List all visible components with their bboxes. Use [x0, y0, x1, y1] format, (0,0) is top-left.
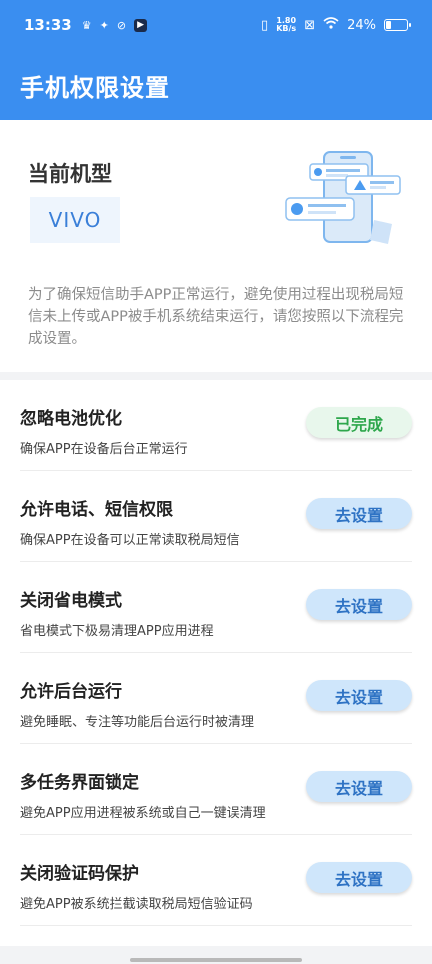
item-title: 允许后台运行 [20, 682, 122, 702]
app-bar: 手机权限设置 [0, 50, 432, 120]
go-setting-button[interactable]: 去设置 [306, 498, 412, 529]
go-setting-button[interactable]: 去设置 [306, 862, 412, 893]
item-title: 允许电话、短信权限 [20, 500, 173, 520]
battery-percent: 24% [347, 17, 376, 33]
go-setting-button[interactable]: 去设置 [306, 680, 412, 711]
vibrate-icon: ▯ [261, 17, 269, 33]
device-card: 当前机型 VIVO 为了确保短信助手APP正常运行，避免使用过程出现税局短信未上… [0, 120, 432, 372]
page-title: 手机权限设置 [20, 73, 170, 102]
app-notification-icon: ✦ [99, 18, 109, 32]
item-title: 关闭验证码保护 [20, 864, 139, 884]
item-subtitle: 省电模式下极易清理APP应用进程 [20, 624, 214, 639]
list-item: 忽略电池优化 确保APP在设备后台正常运行 已完成 [20, 380, 412, 471]
status-time: 13:33 [24, 16, 72, 34]
device-description: 为了确保短信助手APP正常运行，避免使用过程出现税局短信未上传或APP被手机系统… [28, 287, 404, 347]
go-setting-button[interactable]: 去设置 [306, 771, 412, 802]
device-label: 当前机型 [28, 162, 112, 186]
phone-illustration-icon [285, 151, 401, 244]
list-item: 关闭验证码保护 避免APP被系统拦截读取税局短信验证码 去设置 [20, 835, 412, 926]
home-indicator[interactable] [130, 958, 302, 962]
list-item: 允许后台运行 避免睡眠、专注等功能后台运行时被清理 去设置 [20, 653, 412, 744]
no-sim-icon: ⊠ [304, 17, 316, 33]
item-subtitle: 确保APP在设备后台正常运行 [20, 442, 188, 457]
item-subtitle: 避免睡眠、专注等功能后台运行时被清理 [20, 715, 255, 730]
settings-list: 忽略电池优化 确保APP在设备后台正常运行 已完成 允许电话、短信权限 确保AP… [0, 380, 432, 946]
battery-icon [384, 19, 411, 31]
wifi-icon [323, 17, 339, 33]
item-title: 多任务界面锁定 [20, 773, 139, 793]
status-bar: 13:33 ♛ ✦ ⊘ ▶ ▯ 1.80 KB/s ⊠ 24% [0, 0, 432, 50]
crown-icon: ♛ [81, 18, 92, 32]
device-model: VIVO [30, 197, 120, 243]
media-app-icon: ▶ [134, 18, 148, 32]
item-title: 忽略电池优化 [20, 409, 122, 429]
list-item: 多任务界面锁定 避免APP应用进程被系统或自己一键误清理 去设置 [20, 744, 412, 835]
item-title: 关闭省电模式 [20, 591, 122, 611]
list-item: 允许电话、短信权限 确保APP在设备可以正常读取税局短信 去设置 [20, 471, 412, 562]
item-subtitle: 避免APP被系统拦截读取税局短信验证码 [20, 897, 253, 912]
completed-button[interactable]: 已完成 [306, 407, 412, 438]
item-subtitle: 避免APP应用进程被系统或自己一键误清理 [20, 806, 266, 821]
item-subtitle: 确保APP在设备可以正常读取税局短信 [20, 533, 240, 548]
sync-icon: ⊘ [116, 18, 127, 32]
list-item: 关闭省电模式 省电模式下极易清理APP应用进程 去设置 [20, 562, 412, 653]
network-speed: 1.80 KB/s [276, 16, 297, 33]
go-setting-button[interactable]: 去设置 [306, 589, 412, 620]
